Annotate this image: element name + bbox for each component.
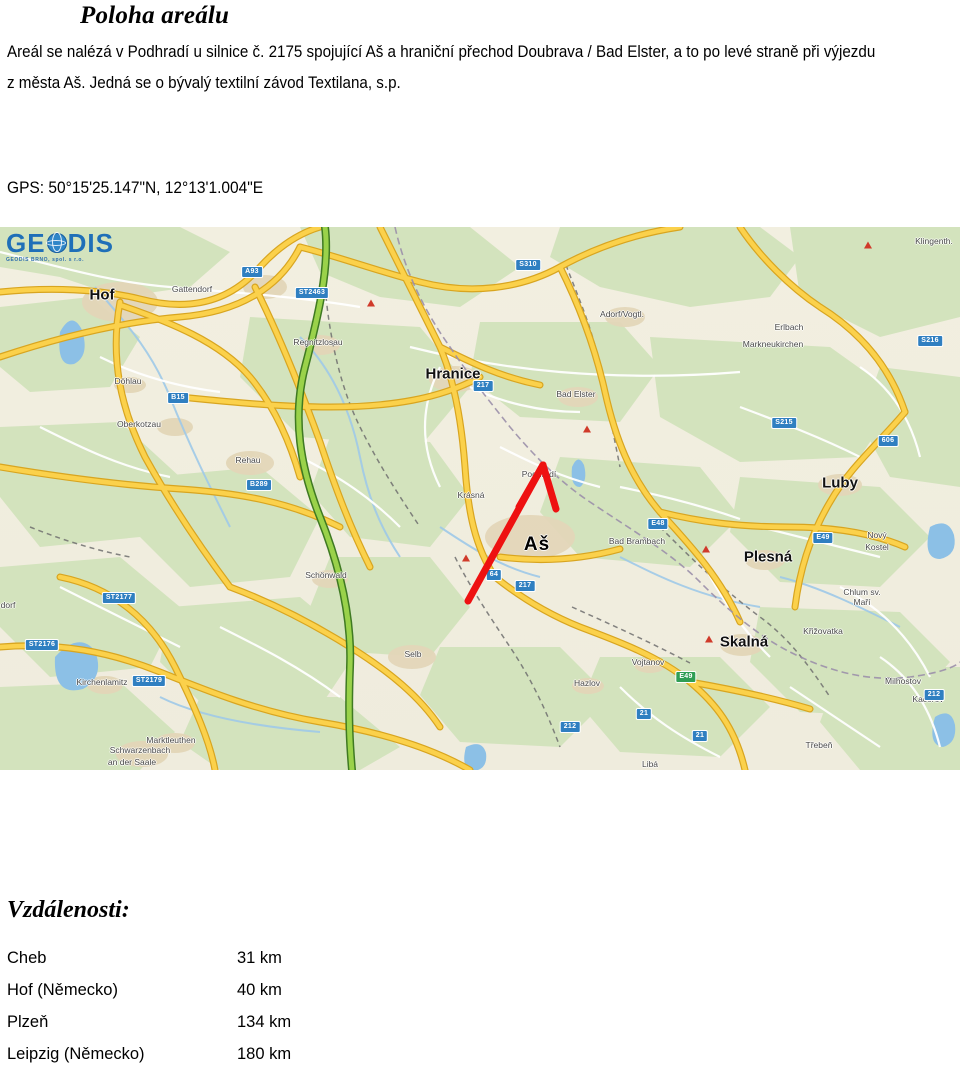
distances-heading: Vzdálenosti: xyxy=(7,897,130,923)
distances-table: Cheb 31 km Hof (Německo) 40 km Plzeň 134 km Le… xyxy=(7,942,427,1070)
distance-city: Leipzig (Německo) xyxy=(7,1045,145,1063)
distance-row: Leipzig (Německo) 180 km xyxy=(7,1038,427,1070)
location-map[interactable]: GE DIS GEODIS BRNO, spol. s r.o. Hof Hran… xyxy=(0,227,960,770)
distance-value: 180 km xyxy=(237,1045,292,1063)
gps-coordinates: GPS: 50°15'25.147"N, 12°13'1.004"E xyxy=(7,179,264,197)
distance-row: Hof (Německo) 40 km xyxy=(7,974,427,1006)
page-title: Poloha areálu xyxy=(80,2,230,29)
map-graphics xyxy=(0,227,960,770)
map-canvas xyxy=(0,227,960,770)
distance-value: 134 km xyxy=(237,1013,292,1031)
distance-value: 40 km xyxy=(237,981,282,999)
distance-city: Hof (Německo) xyxy=(7,981,118,999)
intro-paragraph: Areál se nalézá v Podhradí u silnice č. … xyxy=(7,43,876,92)
distance-city: Cheb xyxy=(7,949,47,967)
distance-city: Plzeň xyxy=(7,1013,49,1031)
distance-value: 31 km xyxy=(237,949,282,967)
distance-row: Cheb 31 km xyxy=(7,942,427,974)
distance-row: Plzeň 134 km xyxy=(7,1006,427,1038)
